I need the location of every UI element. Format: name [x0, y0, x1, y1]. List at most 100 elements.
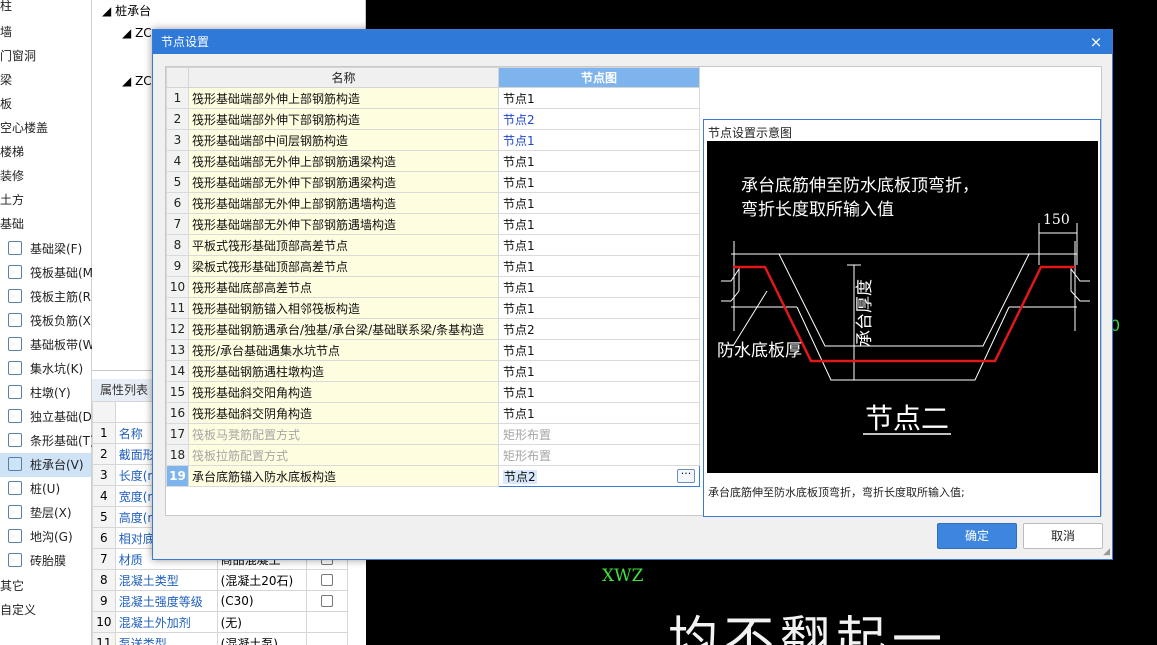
node-cell[interactable]: 节点1 — [498, 402, 700, 424]
table-row[interactable]: 15 筏形基础斜交阳角构造 节点1 — [166, 381, 700, 403]
ellipsis-button[interactable]: ··· — [677, 468, 695, 483]
nav-sub-strip[interactable]: 基础板带(W) — [8, 333, 99, 357]
node-cell[interactable]: 节点1 — [498, 87, 700, 109]
nav-sub-foundation-beam[interactable]: 基础梁(F) — [8, 237, 82, 261]
strip-icon — [8, 337, 22, 351]
table-row[interactable]: 9 混凝土强度等级 (C30) — [92, 590, 348, 612]
nav-item-custom[interactable]: 自定义 — [0, 598, 36, 622]
dialog-body: 名称 节点图 1 筏形基础端部外伸上部钢筋构造 节点1 2 筏形基础端部外伸下部钢筋构… — [165, 66, 1102, 517]
pit-icon — [8, 361, 22, 375]
nav-item-earthwork[interactable]: 土方 — [0, 188, 24, 212]
node-cell[interactable]: 节点1 — [498, 381, 700, 403]
table-row-selected[interactable]: 19 承台底筋锚入防水底板构造 节点2 ··· — [166, 465, 700, 487]
table-row[interactable]: 7 筏形基础端部无外伸下部钢筋遇墙构造 节点1 — [166, 213, 700, 235]
nav-sub-pier[interactable]: 柱墩(Y) — [8, 381, 71, 405]
tree-node[interactable]: ◢ ZC — [122, 74, 152, 88]
nav-sub-pile[interactable]: 桩(U) — [8, 477, 60, 501]
node-cell[interactable]: 节点1 — [498, 276, 700, 298]
nav-item-decoration[interactable]: 装修 — [0, 164, 24, 188]
nav-sub-brick-mold[interactable]: 砖胎膜 — [8, 549, 66, 573]
table-row[interactable]: 11 筏形基础钢筋锚入相邻筏板构造 节点1 — [166, 297, 700, 319]
nav-sub-pit[interactable]: 集水坑(K) — [8, 357, 83, 381]
nav-sub-raft[interactable]: 筏板基础(M) — [8, 261, 98, 285]
node-diagram: 承台底筋伸至防水底板顶弯折， 弯折长度取所输入值 150 承台厚度 防水底板厚 … — [717, 176, 1090, 435]
table-row[interactable]: 9 梁板式筏形基础顶部高差节点 节点1 — [166, 255, 700, 277]
collapse-triangle-icon[interactable]: ◢ — [122, 26, 131, 40]
table-row[interactable]: 6 筏形基础端部无外伸上部钢筋遇墙构造 节点1 — [166, 192, 700, 214]
resize-grip-icon[interactable]: ◢ — [1103, 547, 1110, 557]
tree-root[interactable]: ◢ 桩承台 — [102, 2, 151, 19]
nav-item-slab[interactable]: 板 — [0, 92, 12, 116]
nav-sub-pile-cap[interactable]: 桩承台(V) — [0, 453, 91, 477]
table-row[interactable]: 1 筏形基础端部外伸上部钢筋构造 节点1 — [166, 87, 700, 109]
collapse-triangle-icon[interactable]: ◢ — [102, 4, 111, 18]
nav-sub-raft-main-rebar[interactable]: 筏板主筋(R) — [8, 285, 96, 309]
node-cell-value[interactable]: 节点2 — [503, 469, 537, 484]
node-cell[interactable]: 节点1 — [498, 171, 700, 193]
node-cell[interactable]: 节点2 — [498, 108, 700, 130]
node-cell[interactable]: 矩形布置 — [498, 444, 700, 466]
table-row[interactable]: 3 筏形基础端部中间层钢筋构造 节点1 — [166, 129, 700, 151]
raft-icon — [8, 265, 22, 279]
node-cell[interactable]: 节点1 — [498, 360, 700, 382]
node-cell[interactable]: 矩形布置 — [498, 423, 700, 445]
table-row[interactable]: 13 筏形/承台基础遇集水坑节点 节点1 — [166, 339, 700, 361]
node-cell[interactable]: 节点1 — [498, 339, 700, 361]
grid-header-row: 名称 节点图 — [166, 67, 700, 88]
ok-button[interactable]: 确定 — [937, 523, 1017, 549]
table-row[interactable]: 8 混凝土类型 (混凝土20石) — [92, 569, 348, 591]
table-row[interactable]: 11 泵送类型 (混凝土泵) — [92, 632, 348, 645]
node-cell[interactable]: 节点1 — [498, 213, 700, 235]
nav-item-beam[interactable]: 梁 — [0, 68, 12, 92]
dialog-title[interactable]: 节点设置 — [153, 30, 1112, 54]
node-settings-grid: 名称 节点图 1 筏形基础端部外伸上部钢筋构造 节点1 2 筏形基础端部外伸下部钢筋构… — [166, 67, 700, 487]
cancel-button[interactable]: 取消 — [1023, 523, 1103, 549]
property-checkbox[interactable] — [321, 574, 334, 586]
node-cell[interactable]: 节点1 — [498, 297, 700, 319]
nav-item-wall[interactable]: 墙 — [0, 20, 12, 44]
cad-xwz-label: XWZ — [602, 566, 644, 586]
table-row[interactable]: 14 筏形基础钢筋遇柱墩构造 节点1 — [166, 360, 700, 382]
node-cell[interactable]: 节点1 — [498, 255, 700, 277]
nav-sub-cushion[interactable]: 垫层(X) — [8, 501, 72, 525]
nav-item-other[interactable]: 其它 — [0, 574, 24, 598]
table-row[interactable]: 17 筏板马凳筋配置方式 矩形布置 — [166, 423, 700, 445]
cad-big-text: 均不翻起一 — [668, 611, 948, 645]
column-header-name[interactable]: 名称 — [188, 67, 499, 88]
label-waterproof-thickness: 防水底板厚 — [717, 341, 802, 361]
strip-footing-icon — [8, 433, 22, 447]
table-row[interactable]: 8 平板式筏形基础顶部高差节点 节点1 — [166, 234, 700, 256]
nav-sub-strip-footing[interactable]: 条形基础(T) — [8, 429, 95, 453]
nav-item-column[interactable]: 柱 — [0, 0, 12, 18]
nav-item-stair[interactable]: 楼梯 — [0, 140, 24, 164]
collapse-triangle-icon[interactable]: ◢ — [122, 74, 131, 88]
nav-item-hollow-slab[interactable]: 空心楼盖 — [0, 116, 48, 140]
node-cell[interactable]: 节点1 — [498, 234, 700, 256]
table-row[interactable]: 12 筏形基础钢筋遇承台/独基/承台梁/基础联系梁/条基构造 节点2 — [166, 318, 700, 340]
preview-canvas: 承台底筋伸至防水底板顶弯折， 弯折长度取所输入值 150 承台厚度 防水底板厚 … — [707, 141, 1098, 473]
node-settings-dialog: 节点设置 × 名称 节点图 1 筏形基础端部外伸上部钢筋构造 节点1 2 筏形基础端部… — [152, 29, 1113, 560]
property-checkbox[interactable] — [321, 595, 334, 607]
node-cell[interactable]: 节点2 — [498, 318, 700, 340]
preview-description: 承台底筋伸至防水底板顶弯折，弯折长度取所输入值; — [708, 486, 965, 499]
table-row[interactable]: 5 筏形基础端部无外伸下部钢筋遇梁构造 节点1 — [166, 171, 700, 193]
nav-item-opening[interactable]: 门窗洞 — [0, 44, 36, 68]
nav-item-foundation[interactable]: 基础 — [0, 212, 24, 236]
preview-text-1: 承台底筋伸至防水底板顶弯折， — [741, 176, 979, 196]
nav-sub-trench[interactable]: 地沟(G) — [8, 525, 73, 549]
node-cell-editing[interactable]: 节点2 ··· — [498, 465, 700, 487]
tree-node[interactable]: ◢ ZC — [122, 26, 152, 40]
node-cell[interactable]: 节点1 — [498, 192, 700, 214]
table-row[interactable]: 2 筏形基础端部外伸下部钢筋构造 节点2 — [166, 108, 700, 130]
close-icon[interactable]: × — [1086, 30, 1106, 54]
table-row[interactable]: 10 筏形基础底部高差节点 节点1 — [166, 276, 700, 298]
table-row[interactable]: 10 混凝土外加剂 (无) — [92, 611, 348, 633]
table-row[interactable]: 16 筏形基础斜交阴角构造 节点1 — [166, 402, 700, 424]
table-row[interactable]: 4 筏形基础端部无外伸上部钢筋遇梁构造 节点1 — [166, 150, 700, 172]
column-header-node[interactable]: 节点图 — [498, 67, 700, 88]
nav-sub-raft-neg-rebar[interactable]: 筏板负筋(X) — [8, 309, 96, 333]
node-cell[interactable]: 节点1 — [498, 129, 700, 151]
node-cell[interactable]: 节点1 — [498, 150, 700, 172]
table-row[interactable]: 18 筏板拉筋配置方式 矩形布置 — [166, 444, 700, 466]
nav-sub-isolated-footing[interactable]: 独立基础(D) — [8, 405, 97, 429]
